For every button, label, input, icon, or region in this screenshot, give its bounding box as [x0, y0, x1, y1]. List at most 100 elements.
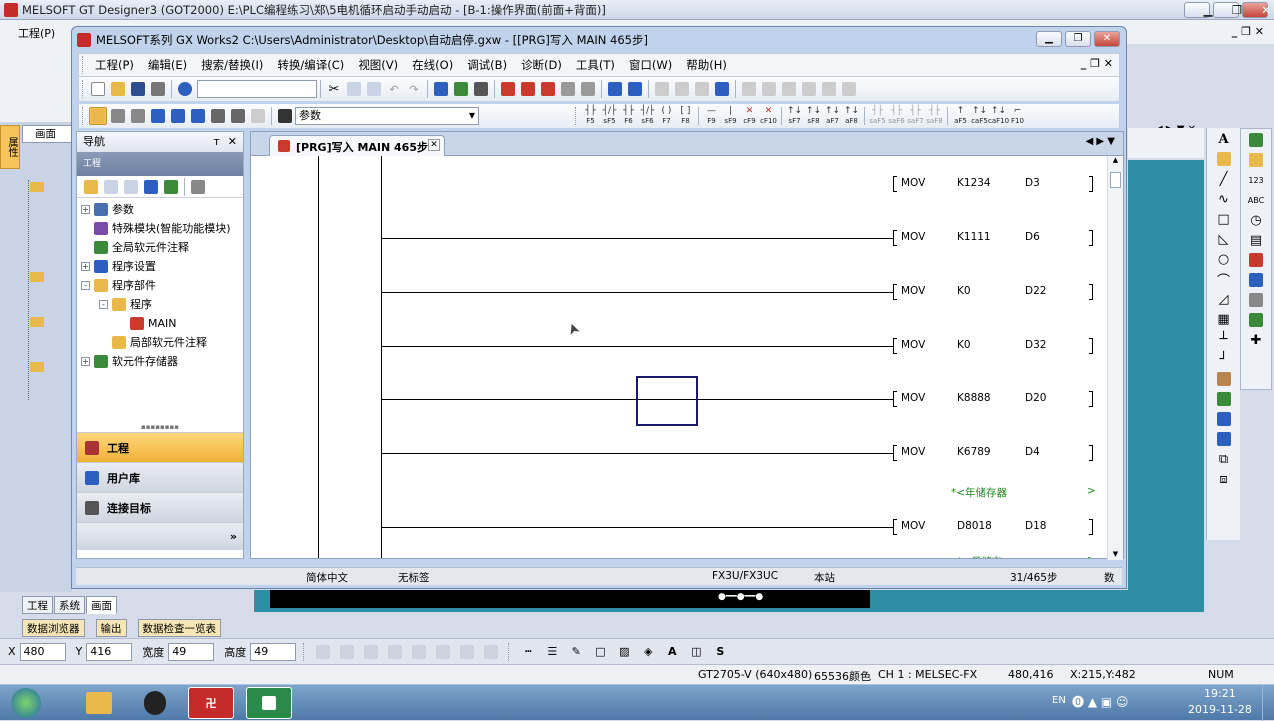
design-canvas[interactable]	[1128, 160, 1204, 612]
text-tool-icon[interactable]: A	[1214, 130, 1234, 148]
tree-expander-icon[interactable]: -	[99, 300, 108, 309]
settings-icon[interactable]	[189, 178, 207, 196]
nav-more-icon[interactable]: »	[230, 530, 237, 543]
workspace-tab-system[interactable]: 系统	[54, 596, 85, 614]
undo-icon[interactable]: ↶	[385, 80, 403, 98]
disabled-icon[interactable]	[249, 107, 267, 125]
dev-icon[interactable]	[189, 107, 207, 125]
toolbar-grip[interactable]	[575, 107, 578, 125]
fkey-button-sf8[interactable]: ↑↓ sF8	[804, 107, 823, 126]
fkey-button-f9[interactable]: — F9	[702, 107, 721, 126]
fkey-button-sf7[interactable]: ↑↓ sF7	[785, 107, 804, 126]
fkey-button-sf9[interactable]: | sF9	[721, 107, 740, 126]
scroll-down-arrow[interactable]: ▼	[1108, 550, 1123, 558]
circle-tool-icon[interactable]: ○	[1214, 250, 1234, 268]
dev-test-icon[interactable]	[626, 80, 644, 98]
align-center-icon[interactable]	[338, 643, 356, 661]
historical-object-icon[interactable]	[1246, 291, 1266, 309]
fkey-button-saf5[interactable]: ┤├ saF5	[868, 107, 887, 126]
fkey-button-saf6[interactable]: ┤├ saF6	[887, 107, 906, 126]
tree-item[interactable]: + 软元件存储器	[81, 352, 243, 371]
dxf-tool-icon[interactable]	[1214, 410, 1234, 428]
arc-tool-icon[interactable]: ⌒	[1214, 270, 1234, 289]
close-button[interactable]: ✕	[1242, 2, 1271, 18]
comment-object-icon[interactable]: ▤	[1246, 231, 1266, 249]
ladder-icon[interactable]	[820, 80, 838, 98]
tree-item[interactable]: + 程序设置	[81, 257, 243, 276]
numeric-object-icon[interactable]: 123	[1246, 171, 1266, 189]
fkey-button-f5[interactable]: ┤├ F5	[581, 107, 600, 126]
menu-window[interactable]: 窗口(W)	[622, 54, 679, 76]
polygon-tool-icon[interactable]: ◺	[1214, 230, 1234, 248]
toolbar-combo[interactable]	[197, 80, 317, 98]
list-icon[interactable]	[129, 107, 147, 125]
tree-item[interactable]: 局部软元件注释	[81, 333, 243, 352]
fkey-button-f8[interactable]: [ ] F8	[676, 107, 695, 126]
fkey-button-af7[interactable]: ↑↓ aF7	[823, 107, 842, 126]
vertical-scrollbar[interactable]: ▲ ▼	[1107, 156, 1123, 560]
scroll-up-arrow[interactable]: ▲	[1108, 156, 1123, 170]
qq-taskbar-icon[interactable]	[132, 687, 178, 719]
ladder-icon[interactable]	[740, 80, 758, 98]
menu-tools[interactable]: 工具(T)	[569, 54, 622, 76]
disabled-icon[interactable]	[693, 80, 711, 98]
fkey-button-cf9[interactable]: ✕ cF9	[740, 107, 759, 126]
inner-minimize-button[interactable]: ▁	[1036, 31, 1062, 47]
clock-date[interactable]: 2019-11-28	[1188, 703, 1252, 716]
fkey-button-saf8[interactable]: ┤├ saF8	[925, 107, 944, 126]
clock-time[interactable]: 19:21	[1204, 687, 1236, 700]
save-icon[interactable]	[129, 80, 147, 98]
gx-works-taskbar-icon[interactable]	[246, 687, 292, 719]
piping-tool-icon[interactable]: ┘	[1214, 350, 1234, 368]
new-file-icon[interactable]	[89, 80, 107, 98]
outer-menu-project[interactable]: 工程(P)	[18, 25, 55, 41]
cut-icon[interactable]: ✂	[325, 80, 343, 98]
disabled-icon[interactable]	[673, 80, 691, 98]
fkey-button-af5[interactable]: ↑ aF5	[951, 107, 970, 126]
dock-tab-data-browser[interactable]: 数据浏览器	[22, 619, 85, 637]
menu-view[interactable]: 视图(V)	[351, 54, 405, 76]
monitor-start-icon[interactable]	[559, 80, 577, 98]
fkey-button-f10[interactable]: ⌐ F10	[1008, 107, 1027, 126]
disabled-icon[interactable]	[653, 80, 671, 98]
inner-close-button[interactable]: ✕	[1094, 31, 1120, 47]
nav-more[interactable]: »	[77, 522, 243, 550]
device-icon[interactable]	[432, 80, 450, 98]
nav-section-connection[interactable]: 连接目标	[77, 492, 243, 522]
tree-expander-icon[interactable]: +	[81, 357, 90, 366]
language-indicator[interactable]: EN	[1052, 695, 1066, 706]
text-file-tool-icon[interactable]	[1214, 430, 1234, 448]
menu-debug[interactable]: 调试(B)	[460, 54, 514, 76]
sector-tool-icon[interactable]: ◿	[1214, 290, 1234, 308]
line-style-icon[interactable]: ┅	[519, 643, 537, 661]
restore-button[interactable]: ❐	[1213, 2, 1242, 18]
write-plc-icon[interactable]	[499, 80, 517, 98]
help-icon[interactable]	[176, 80, 194, 98]
chevron-down-icon[interactable]: ▼	[469, 108, 475, 124]
polyline-tool-icon[interactable]: ∿	[1214, 190, 1234, 208]
line-tool-icon[interactable]: ╱	[1214, 170, 1234, 188]
ladder-icon[interactable]	[760, 80, 778, 98]
scroll-thumb[interactable]	[1110, 172, 1121, 188]
parts-object-icon[interactable]	[1246, 271, 1266, 289]
dock-tab-output[interactable]: 输出	[95, 619, 127, 637]
comment-tool-icon[interactable]	[1214, 150, 1234, 168]
close-icon[interactable]: ✕	[228, 132, 237, 152]
paste-icon[interactable]	[122, 178, 140, 196]
ladder-icon[interactable]	[780, 80, 798, 98]
pattern-icon[interactable]: ▨	[615, 643, 633, 661]
nav-section-project[interactable]: 工程	[77, 432, 243, 462]
mdi-controls[interactable]: _ ❐ ✕	[1081, 57, 1113, 70]
tree-item[interactable]: 特殊模块(智能功能模块)	[81, 219, 243, 238]
start-button[interactable]	[2, 687, 50, 719]
tree-expander-icon[interactable]: +	[81, 205, 90, 214]
font-color-icon[interactable]: A	[663, 643, 681, 661]
tray-icons[interactable]: ⓿ ▲ ▣ ☺	[1072, 693, 1129, 710]
watch-icon[interactable]	[209, 107, 227, 125]
menu-diagnostics[interactable]: 诊断(D)	[514, 54, 569, 76]
editor-tab-main[interactable]: [PRG]写入 MAIN 465步 ✕	[269, 135, 445, 156]
tree-item[interactable]: MAIN	[81, 314, 243, 333]
redo-icon[interactable]: ↷	[405, 80, 423, 98]
table-tool-icon[interactable]: ▦	[1214, 310, 1234, 328]
group-tool-icon[interactable]: ⧉	[1214, 450, 1234, 468]
